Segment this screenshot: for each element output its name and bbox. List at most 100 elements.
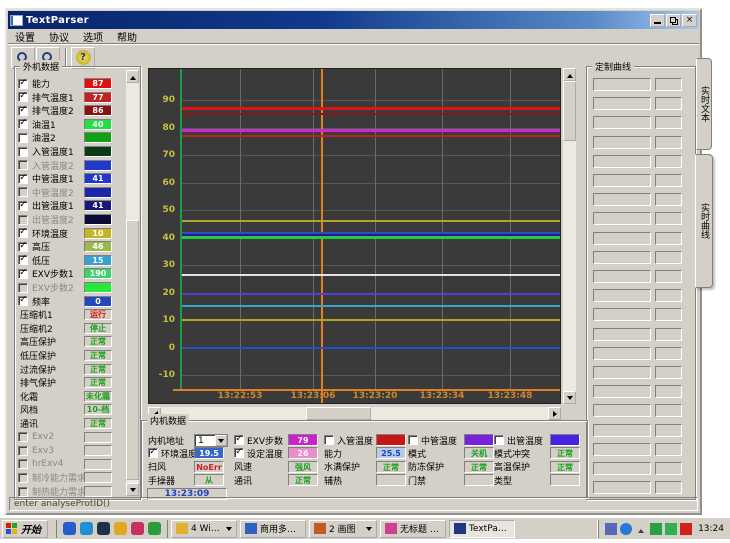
indoor-checkbox[interactable] bbox=[494, 435, 504, 445]
task-button-3[interactable]: 无标题 - C... bbox=[380, 520, 446, 538]
series-checkbox[interactable] bbox=[18, 106, 28, 116]
title-bar[interactable]: TextParser × bbox=[8, 11, 699, 29]
realtime-chart[interactable]: 9080706050403020100-1013:22:5313:23:0613… bbox=[148, 68, 561, 404]
series-checkbox[interactable] bbox=[18, 147, 28, 157]
curve-value-slot-10[interactable] bbox=[655, 270, 682, 283]
series-checkbox[interactable] bbox=[18, 283, 28, 293]
series-checkbox[interactable] bbox=[18, 79, 28, 89]
curve-name-slot-3[interactable] bbox=[593, 136, 651, 149]
task-button-0[interactable]: 4 Windows... bbox=[171, 520, 237, 538]
curve-value-slot-19[interactable] bbox=[655, 443, 682, 456]
curve-name-slot-11[interactable] bbox=[593, 289, 651, 302]
curve-name-slot-7[interactable] bbox=[593, 212, 651, 225]
series-checkbox[interactable] bbox=[18, 119, 28, 129]
menu-item-1[interactable]: 协议 bbox=[42, 28, 76, 45]
curve-value-slot-4[interactable] bbox=[655, 155, 682, 168]
messenger-icon[interactable] bbox=[620, 523, 632, 535]
series-checkbox[interactable] bbox=[18, 187, 28, 197]
curve-name-slot-9[interactable] bbox=[593, 251, 651, 264]
restore-button[interactable] bbox=[666, 14, 681, 27]
curve-value-slot-2[interactable] bbox=[655, 116, 682, 129]
media-player-icon[interactable] bbox=[97, 522, 110, 535]
indoor-checkbox[interactable] bbox=[234, 435, 244, 445]
extra-checkbox[interactable] bbox=[18, 459, 28, 469]
chart-scroll-right-button[interactable] bbox=[548, 407, 561, 420]
series-checkbox[interactable] bbox=[18, 133, 28, 143]
curve-name-slot-6[interactable] bbox=[593, 193, 651, 206]
scrollbar-thumb[interactable] bbox=[126, 220, 139, 480]
series-checkbox[interactable] bbox=[18, 174, 28, 184]
curve-name-slot-13[interactable] bbox=[593, 328, 651, 341]
antivirus-icon[interactable] bbox=[665, 523, 677, 535]
curve-name-slot-2[interactable] bbox=[593, 116, 651, 129]
tab-实时文本[interactable]: 实时文本 bbox=[696, 58, 712, 150]
curve-name-slot-19[interactable] bbox=[593, 443, 651, 456]
outdoor-panel-scrollbar[interactable] bbox=[126, 70, 139, 496]
curve-name-slot-16[interactable] bbox=[593, 385, 651, 398]
curve-name-slot-4[interactable] bbox=[593, 155, 651, 168]
chart-vertical-scrollbar[interactable] bbox=[563, 68, 576, 404]
indoor-checkbox[interactable] bbox=[408, 435, 418, 445]
extra-checkbox[interactable] bbox=[18, 432, 28, 442]
curve-value-slot-6[interactable] bbox=[655, 193, 682, 206]
curve-name-slot-10[interactable] bbox=[593, 270, 651, 283]
chart-scroll-down-button[interactable] bbox=[563, 391, 576, 404]
minimize-button[interactable] bbox=[650, 14, 665, 27]
curve-value-slot-7[interactable] bbox=[655, 212, 682, 225]
menu-item-0[interactable]: 设置 bbox=[8, 28, 42, 45]
indoor-address-dropdown[interactable]: 1 bbox=[194, 434, 228, 447]
close-button[interactable]: × bbox=[682, 14, 697, 27]
indoor-checkbox[interactable] bbox=[234, 448, 244, 458]
menu-item-3[interactable]: 帮助 bbox=[110, 28, 144, 45]
curve-name-slot-12[interactable] bbox=[593, 308, 651, 321]
curve-name-slot-21[interactable] bbox=[593, 481, 651, 494]
curve-value-slot-1[interactable] bbox=[655, 97, 682, 110]
curve-value-slot-9[interactable] bbox=[655, 251, 682, 264]
chart-h-thumb[interactable] bbox=[306, 407, 371, 420]
curve-value-slot-21[interactable] bbox=[655, 481, 682, 494]
network-icon[interactable] bbox=[650, 523, 662, 535]
curve-name-slot-18[interactable] bbox=[593, 424, 651, 437]
curve-name-slot-17[interactable] bbox=[593, 404, 651, 417]
curve-value-slot-5[interactable] bbox=[655, 174, 682, 187]
series-checkbox[interactable] bbox=[18, 92, 28, 102]
series-checkbox[interactable] bbox=[18, 160, 28, 170]
curve-name-slot-8[interactable] bbox=[593, 232, 651, 245]
task-button-1[interactable]: 商用多联机... bbox=[240, 520, 306, 538]
curve-value-slot-17[interactable] bbox=[655, 404, 682, 417]
chart-horizontal-scrollbar[interactable] bbox=[148, 407, 561, 420]
curve-value-slot-8[interactable] bbox=[655, 232, 682, 245]
series-checkbox[interactable] bbox=[18, 215, 28, 225]
series-checkbox[interactable] bbox=[18, 269, 28, 279]
task-button-4[interactable]: TextParser bbox=[449, 520, 515, 538]
curve-value-slot-16[interactable] bbox=[655, 385, 682, 398]
curve-name-slot-15[interactable] bbox=[593, 366, 651, 379]
browser-icon[interactable] bbox=[80, 522, 93, 535]
mail-icon[interactable] bbox=[131, 522, 144, 535]
series-checkbox[interactable] bbox=[18, 228, 28, 238]
indoor-checkbox[interactable] bbox=[324, 435, 334, 445]
curve-value-slot-14[interactable] bbox=[655, 347, 682, 360]
curve-name-slot-20[interactable] bbox=[593, 462, 651, 475]
chart-v-thumb[interactable] bbox=[563, 81, 576, 141]
scroll-down-button[interactable] bbox=[126, 483, 139, 496]
indoor-checkbox[interactable] bbox=[148, 448, 158, 458]
curve-value-slot-18[interactable] bbox=[655, 424, 682, 437]
download-icon[interactable] bbox=[680, 523, 692, 535]
curve-name-slot-1[interactable] bbox=[593, 97, 651, 110]
ie-icon[interactable] bbox=[63, 522, 76, 535]
curve-name-slot-14[interactable] bbox=[593, 347, 651, 360]
task-button-2[interactable]: 2 画图 bbox=[309, 520, 377, 538]
series-checkbox[interactable] bbox=[18, 201, 28, 211]
curve-value-slot-0[interactable] bbox=[655, 78, 682, 91]
printer-icon[interactable] bbox=[605, 523, 617, 535]
extra-checkbox[interactable] bbox=[18, 487, 28, 497]
menu-item-2[interactable]: 选项 bbox=[76, 28, 110, 45]
series-checkbox[interactable] bbox=[18, 296, 28, 306]
curve-name-slot-0[interactable] bbox=[593, 78, 651, 91]
curve-value-slot-12[interactable] bbox=[655, 308, 682, 321]
series-checkbox[interactable] bbox=[18, 255, 28, 265]
curve-value-slot-15[interactable] bbox=[655, 366, 682, 379]
green-app-icon[interactable] bbox=[148, 522, 161, 535]
extra-checkbox[interactable] bbox=[18, 473, 28, 483]
